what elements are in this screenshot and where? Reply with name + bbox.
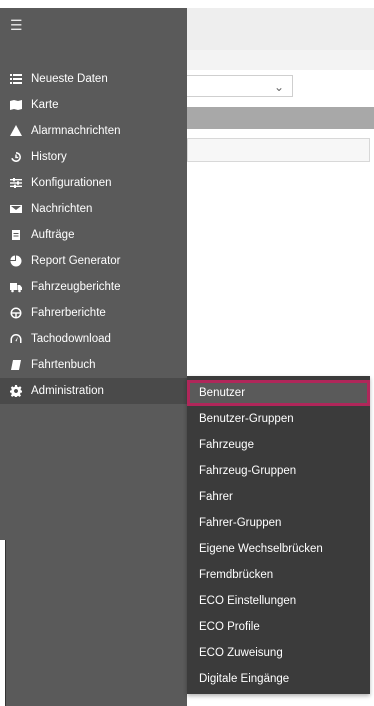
sidebar-item-administration[interactable]: Administration — [0, 378, 187, 404]
page-edge-line — [5, 540, 6, 706]
sidebar-item-label: Administration — [31, 385, 104, 397]
sidebar-item-report-generator[interactable]: Report Generator — [0, 248, 187, 274]
submenu-item-label: Fahrzeuge — [199, 439, 254, 451]
map-icon — [9, 99, 22, 112]
sidebar-item-label: History — [31, 151, 67, 163]
submenu-item-fahrer[interactable]: Fahrer — [187, 484, 370, 510]
submenu-item-label: Benutzer-Gruppen — [199, 413, 294, 425]
submenu-item-label: Fahrer-Gruppen — [199, 517, 282, 529]
submenu-item-label: ECO Profile — [199, 621, 260, 633]
submenu-item-eco-zuweisung[interactable]: ECO Zuweisung — [187, 640, 370, 666]
sidebar-item-fahrzeugberichte[interactable]: Fahrzeugberichte — [0, 274, 187, 300]
clipboard-icon — [9, 229, 22, 242]
sidebar-item-karte[interactable]: Karte — [0, 92, 187, 118]
sidebar-item-alarmnachrichten[interactable]: Alarmnachrichten — [0, 118, 187, 144]
sidebar-item-neueste-daten[interactable]: Neueste Daten — [0, 66, 187, 92]
sidebar-item-nachrichten[interactable]: Nachrichten — [0, 196, 187, 222]
steering-wheel-icon — [9, 307, 22, 320]
pie-chart-icon — [9, 255, 22, 268]
history-icon — [9, 151, 22, 164]
sidebar-item-tachodownload[interactable]: Tachodownload — [0, 326, 187, 352]
app-toolbar-area — [187, 50, 374, 70]
sidebar-item-history[interactable]: History — [0, 144, 187, 170]
submenu-item-eco-einstellungen[interactable]: ECO Einstellungen — [187, 588, 370, 614]
content-panel — [187, 138, 370, 162]
submenu-item-benutzer-gruppen[interactable]: Benutzer-Gruppen — [187, 406, 370, 432]
submenu-item-label: ECO Einstellungen — [199, 595, 297, 607]
app-header-area — [187, 8, 374, 50]
sidebar-item-label: Neueste Daten — [31, 73, 108, 85]
submenu-item-label: Eigene Wechselbrücken — [199, 543, 323, 555]
sidebar-item-label: Nachrichten — [31, 203, 93, 215]
envelope-icon — [9, 203, 22, 216]
submenu-item-digitale-eingaenge[interactable]: Digitale Eingänge — [187, 666, 370, 692]
submenu-item-fahrzeuge[interactable]: Fahrzeuge — [187, 432, 370, 458]
submenu-item-label: Fahrzeug-Gruppen — [199, 465, 297, 477]
sidebar-item-label: Konfigurationen — [31, 177, 112, 189]
book-icon — [9, 359, 22, 372]
sidebar-item-label: Fahrtenbuch — [31, 359, 96, 371]
sidebar-item-label: Tachodownload — [31, 333, 111, 345]
submenu-item-label: ECO Zuweisung — [199, 647, 283, 659]
submenu-item-fahrer-gruppen[interactable]: Fahrer-Gruppen — [187, 510, 370, 536]
sidebar-item-label: Alarmnachrichten — [31, 125, 121, 137]
chevron-down-icon: ⌄ — [273, 80, 284, 94]
filter-select[interactable]: ⌄ — [187, 75, 293, 97]
submenu-item-eigene-wechselbruecken[interactable]: Eigene Wechselbrücken — [187, 536, 370, 562]
sidebar-item-label: Report Generator — [31, 255, 121, 267]
submenu-item-benutzer[interactable]: Benutzer — [187, 380, 370, 406]
sidebar-item-label: Fahrzeugberichte — [31, 281, 121, 293]
submenu-item-fahrzeug-gruppen[interactable]: Fahrzeug-Gruppen — [187, 458, 370, 484]
submenu-item-label: Benutzer — [199, 387, 246, 399]
gear-icon — [9, 385, 22, 398]
list-icon — [9, 73, 22, 86]
gauge-icon — [9, 333, 22, 346]
sidebar-item-label: Aufträge — [31, 229, 75, 241]
sliders-icon — [9, 177, 22, 190]
administration-submenu: Benutzer Benutzer-Gruppen Fahrzeuge Fahr… — [187, 376, 370, 694]
sidebar: ☰ Neueste Daten Karte Alarmnachrichten H… — [0, 8, 187, 706]
sidebar-item-label: Karte — [31, 99, 59, 111]
table-header-bar — [187, 107, 374, 129]
truck-icon — [9, 281, 22, 294]
submenu-item-label: Digitale Eingänge — [199, 673, 290, 685]
hamburger-icon[interactable]: ☰ — [10, 18, 23, 32]
sidebar-item-fahrtenbuch[interactable]: Fahrtenbuch — [0, 352, 187, 378]
sidebar-item-fahrerberichte[interactable]: Fahrerberichte — [0, 300, 187, 326]
submenu-item-label: Fahrer — [199, 491, 233, 503]
sidebar-item-auftraege[interactable]: Aufträge — [0, 222, 187, 248]
submenu-item-label: Fremdbrücken — [199, 569, 274, 581]
submenu-item-fremdbruecken[interactable]: Fremdbrücken — [187, 562, 370, 588]
sidebar-item-label: Fahrerberichte — [31, 307, 106, 319]
submenu-item-eco-profile[interactable]: ECO Profile — [187, 614, 370, 640]
sidebar-item-konfigurationen[interactable]: Konfigurationen — [0, 170, 187, 196]
warning-icon — [9, 125, 22, 138]
